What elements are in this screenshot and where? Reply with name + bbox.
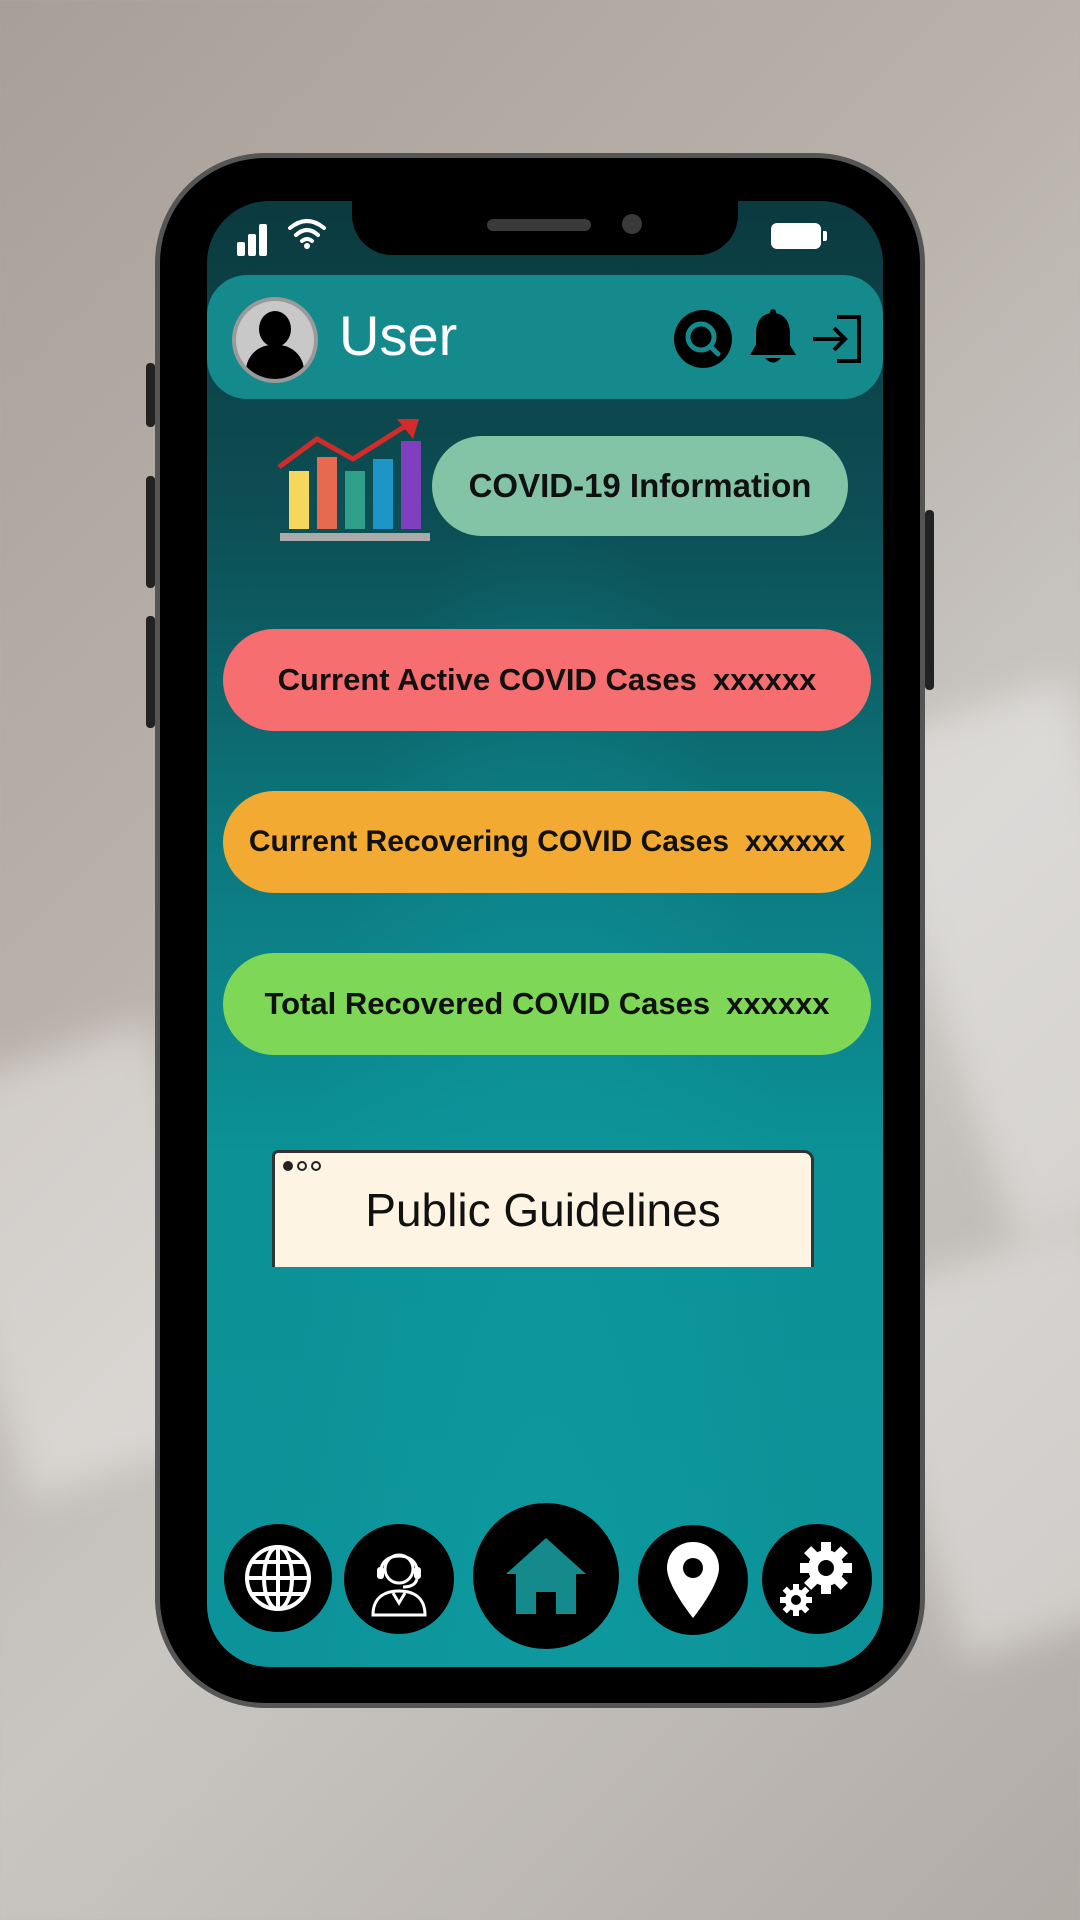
- public-guidelines-button[interactable]: Public Guidelines: [272, 1150, 814, 1267]
- home-icon[interactable]: [473, 1503, 619, 1649]
- volume-down-button: [146, 616, 155, 728]
- phone-screen: User COVID-19 Information Current Active…: [207, 201, 883, 1667]
- search-icon[interactable]: [673, 309, 733, 369]
- logout-icon[interactable]: [807, 309, 867, 369]
- battery-icon: [771, 223, 827, 249]
- speaker: [487, 219, 591, 231]
- bell-icon[interactable]: [745, 309, 805, 369]
- bar-chart-trend-icon: [277, 415, 433, 545]
- wifi-icon: [287, 216, 327, 256]
- public-guidelines-label: Public Guidelines: [365, 1184, 721, 1236]
- settings-icon[interactable]: [762, 1524, 872, 1634]
- recovered-cases-stat[interactable]: Total Recovered COVID Cases xxxxxx: [223, 953, 871, 1055]
- active-cases-stat[interactable]: Current Active COVID Cases xxxxxx: [223, 629, 871, 731]
- volume-up-button: [146, 476, 155, 588]
- mute-switch: [146, 363, 155, 427]
- recovered-cases-value: xxxxxx: [726, 986, 830, 1021]
- covid-info-button[interactable]: COVID-19 Information: [432, 436, 848, 536]
- active-cases-value: xxxxxx: [712, 662, 817, 697]
- phone-frame: User COVID-19 Information Current Active…: [146, 153, 934, 1708]
- window-dots-icon: [283, 1161, 321, 1171]
- recovered-cases-label: Total Recovered COVID Cases: [264, 986, 711, 1021]
- notch: [352, 201, 738, 255]
- recovering-cases-label: Current Recovering COVID Cases: [248, 825, 730, 858]
- power-button: [925, 510, 934, 690]
- recovering-cases-value: xxxxxx: [745, 825, 846, 858]
- globe-icon[interactable]: [224, 1524, 332, 1632]
- signal-icon: [237, 216, 277, 256]
- username-label: User: [339, 304, 458, 367]
- active-cases-label: Current Active COVID Cases: [277, 662, 697, 697]
- recovering-cases-stat[interactable]: Current Recovering COVID Cases xxxxxx: [223, 791, 871, 893]
- front-camera: [622, 214, 642, 234]
- support-agent-icon[interactable]: [344, 1524, 454, 1634]
- top-bar: User: [207, 275, 883, 399]
- location-pin-icon[interactable]: [638, 1525, 748, 1635]
- user-avatar-icon[interactable]: [232, 297, 318, 383]
